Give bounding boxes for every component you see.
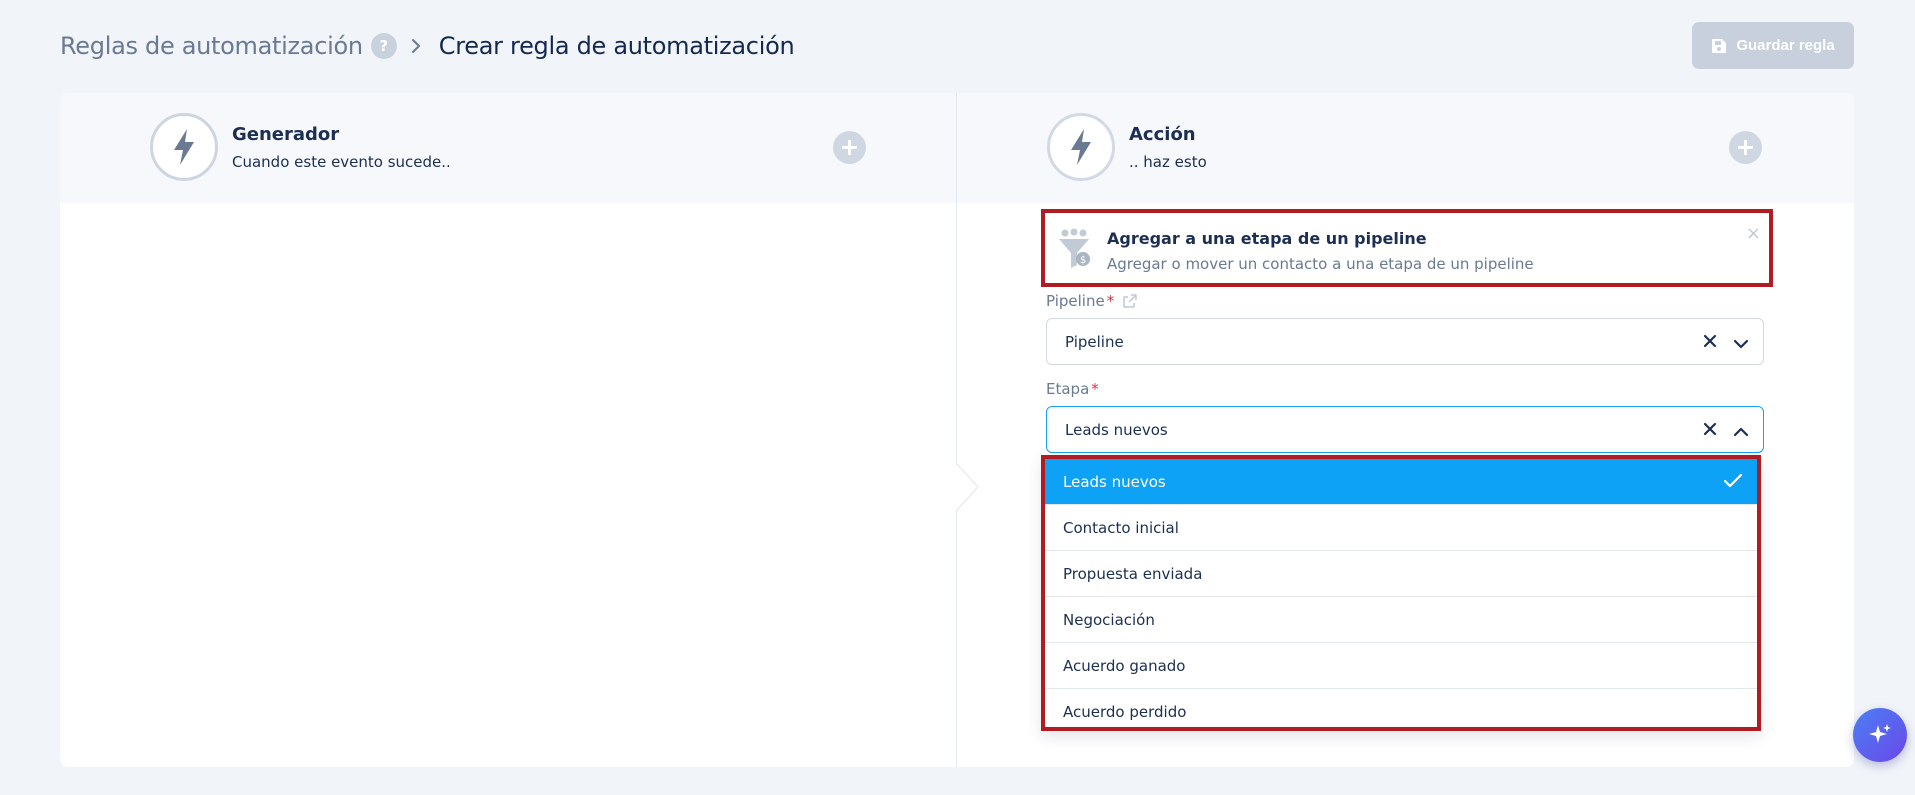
stage-option-label: Leads nuevos — [1063, 472, 1166, 491]
trigger-panel-subtitle: Cuando este evento sucede.. — [232, 152, 451, 171]
lightning-bolt-icon — [150, 113, 218, 181]
plus-icon — [1738, 140, 1753, 155]
save-rule-label: Guardar regla — [1736, 37, 1835, 54]
assistant-button[interactable] — [1853, 708, 1907, 762]
page-title: Crear regla de automatización — [438, 32, 795, 60]
stage-option[interactable]: Acuerdo ganado — [1045, 643, 1757, 689]
funnel-people-icon: $ — [1055, 227, 1093, 271]
stage-option[interactable]: Leads nuevos — [1045, 459, 1757, 505]
chevron-up-icon[interactable] — [1733, 423, 1749, 442]
chevron-right-icon — [411, 39, 425, 53]
pipeline-label-text: Pipeline — [1046, 292, 1105, 310]
action-card-add-to-pipeline-stage[interactable]: $ Agregar a una etapa de un pipeline Agr… — [1041, 209, 1773, 287]
breadcrumb: Reglas de automatización ? Crear regla d… — [60, 26, 795, 66]
action-panel-header: Acción .. haz esto — [1047, 113, 1207, 181]
stage-option-label: Propuesta enviada — [1063, 564, 1203, 583]
stage-option-label: Negociación — [1063, 610, 1155, 629]
stage-option-label: Acuerdo perdido — [1063, 703, 1187, 721]
close-icon[interactable]: × — [1746, 223, 1761, 244]
help-icon[interactable]: ? — [370, 33, 397, 59]
add-trigger-button[interactable] — [833, 131, 866, 164]
external-link-icon[interactable] — [1122, 293, 1138, 309]
stage-select-value: Leads nuevos — [1065, 420, 1168, 439]
required-marker: * — [1106, 292, 1115, 310]
stage-options-dropdown: Leads nuevos Contacto inicial Propuesta … — [1041, 455, 1761, 731]
stage-option-label: Contacto inicial — [1063, 518, 1179, 537]
action-card-title: Agregar a una etapa de un pipeline — [1107, 229, 1427, 248]
column-divider — [956, 93, 957, 767]
stage-select[interactable]: Leads nuevos — [1046, 406, 1764, 453]
lightning-refresh-icon — [1047, 113, 1115, 181]
trigger-panel-title: Generador — [232, 123, 340, 145]
stage-option-label: Acuerdo ganado — [1063, 656, 1186, 675]
save-rule-button[interactable]: Guardar regla — [1692, 22, 1854, 69]
x-icon[interactable] — [1703, 333, 1717, 352]
stage-option[interactable]: Negociación — [1045, 597, 1757, 643]
add-action-button[interactable] — [1729, 131, 1762, 164]
plus-icon — [842, 140, 857, 155]
action-panel-subtitle: .. haz esto — [1129, 152, 1207, 171]
pipeline-select[interactable]: Pipeline — [1046, 318, 1764, 365]
stage-label-text: Etapa — [1046, 380, 1090, 398]
trigger-panel-header: Generador Cuando este evento sucede.. — [150, 113, 451, 181]
stage-option[interactable]: Contacto inicial — [1045, 505, 1757, 551]
svg-text:$: $ — [1080, 255, 1086, 266]
pipeline-select-value: Pipeline — [1065, 332, 1124, 351]
stage-option[interactable]: Propuesta enviada — [1045, 551, 1757, 597]
x-icon[interactable] — [1703, 421, 1717, 440]
check-icon — [1723, 473, 1743, 493]
action-panel-title: Acción — [1129, 123, 1196, 145]
connector-arrow — [956, 463, 979, 511]
stage-option[interactable]: Acuerdo perdido — [1045, 689, 1757, 735]
stage-field-label: Etapa * — [1046, 380, 1099, 398]
sparkles-icon — [1869, 724, 1891, 743]
breadcrumb-root-link[interactable]: Reglas de automatización — [60, 32, 363, 60]
floppy-disk-icon — [1711, 38, 1727, 54]
required-marker: * — [1091, 380, 1099, 398]
action-card-description: Agregar o mover un contacto a una etapa … — [1107, 255, 1534, 273]
chevron-down-icon[interactable] — [1733, 335, 1749, 354]
pipeline-field-label: Pipeline * — [1046, 292, 1138, 310]
